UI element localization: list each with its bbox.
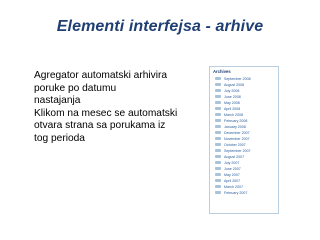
- body-line: nastajanja: [34, 95, 81, 107]
- arrow-icon: [215, 191, 221, 194]
- body-line: Agregator automatski arhivira: [34, 70, 168, 81]
- arrow-icon: [215, 83, 221, 86]
- arrow-icon: [215, 125, 221, 128]
- arrow-icon: [215, 95, 221, 98]
- arrow-icon: [215, 173, 221, 176]
- arrow-icon: [215, 107, 221, 110]
- arrow-icon: [215, 77, 221, 80]
- arrow-icon: [215, 137, 221, 140]
- arrow-icon: [215, 149, 221, 152]
- arrow-icon: [215, 113, 221, 116]
- arrow-icon: [215, 89, 221, 92]
- arrow-icon: [215, 185, 221, 188]
- arrow-icon: [215, 167, 221, 170]
- body-line: poruke po datumu: [34, 82, 117, 94]
- body-line: otvara strana sa porukama iz: [34, 120, 166, 132]
- arrow-icon: [215, 131, 221, 134]
- archive-month-label: February 2007: [224, 190, 248, 195]
- arrow-icon: [215, 179, 221, 182]
- archives-list: September 2008 August 2008 July 2008 June 2…: [213, 76, 275, 196]
- arrow-icon: [215, 143, 221, 146]
- archives-panel-screenshot: Archives September 2008 August 2008 July 2…: [209, 66, 279, 214]
- arrow-icon: [215, 161, 221, 164]
- archives-heading: Archives: [213, 69, 231, 74]
- arrow-icon: [215, 155, 221, 158]
- arrow-icon: [215, 119, 221, 122]
- body-line: Klikom na mesec se automatski: [34, 107, 178, 119]
- slide-title: Elementi interfejsa - arhive: [56, 18, 264, 35]
- arrow-icon: [215, 101, 221, 104]
- slide-body-text: Agregator automatski arhivira poruke po …: [34, 70, 204, 146]
- archive-month-link[interactable]: February 2007: [213, 190, 275, 196]
- body-line: tog perioda: [34, 132, 85, 144]
